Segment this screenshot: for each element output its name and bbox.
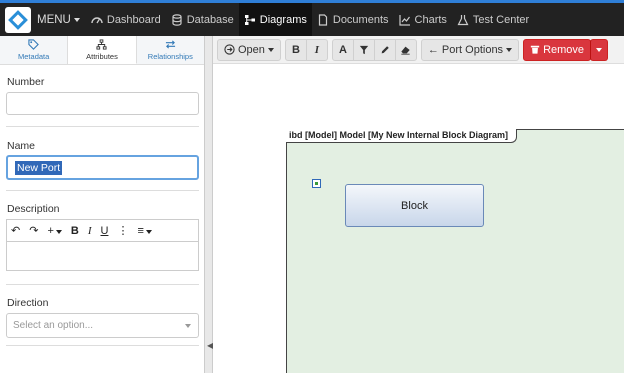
pencil-icon[interactable] [373, 38, 396, 61]
arrow-circle-right-icon [224, 44, 235, 55]
nav-test-center[interactable]: Test Center [452, 3, 534, 36]
port-node[interactable] [312, 179, 321, 188]
description-toolbar: ↶ ↷ + B I U ⋮ ≡ [6, 219, 199, 241]
eraser-icon[interactable] [394, 38, 417, 61]
chevron-down-icon [596, 47, 603, 52]
nav-database-label: Database [186, 13, 234, 26]
direction-select[interactable]: Select an option... [6, 313, 199, 338]
number-label: Number [7, 76, 45, 88]
menu-button[interactable]: MENU [37, 3, 80, 36]
underline-icon[interactable]: U [101, 225, 109, 237]
panel-splitter[interactable]: ◀ [205, 36, 213, 373]
italic-button[interactable]: I [305, 38, 328, 61]
nav-dashboard-label: Dashboard [106, 13, 161, 26]
divider [6, 284, 199, 285]
app-logo[interactable] [5, 6, 31, 33]
nav-documents[interactable]: Documents [312, 3, 394, 36]
tab-attributes[interactable]: Attributes [68, 36, 137, 64]
redo-icon[interactable]: ↷ [29, 224, 38, 237]
menu-label: MENU [37, 13, 71, 26]
direction-placeholder: Select an option... [13, 320, 94, 331]
nav-test-center-label: Test Center [472, 13, 530, 26]
chevron-down-icon [73, 17, 80, 22]
database-icon [172, 13, 182, 26]
diagram-canvas[interactable]: ibd [Model] Model [My New Internal Block… [213, 64, 624, 373]
nav-charts[interactable]: Charts [394, 3, 452, 36]
nav-diagrams-label: Diagrams [259, 13, 307, 26]
description-editor[interactable] [6, 241, 199, 271]
chevron-down-icon [506, 47, 513, 52]
panel-tabs: Metadata Attributes Relationships [0, 36, 204, 65]
properties-panel: Metadata Attributes Relationships Number… [0, 36, 205, 373]
name-label: Name [7, 140, 36, 152]
style-group: A [331, 38, 417, 61]
bold-icon[interactable]: B [71, 225, 79, 237]
more-icon[interactable]: ⋮ [117, 224, 128, 237]
tab-relationships[interactable]: Relationships [137, 36, 204, 64]
nav-charts-label: Charts [414, 13, 447, 26]
trash-icon [530, 45, 540, 54]
name-field[interactable]: New Port [6, 155, 199, 180]
italic-icon[interactable]: I [88, 225, 92, 237]
divider [6, 190, 199, 191]
tab-metadata-label: Metadata [18, 52, 50, 61]
tab-metadata[interactable]: Metadata [0, 36, 69, 64]
align-icon[interactable]: ≡ [137, 225, 152, 237]
chevron-down-icon [267, 47, 274, 52]
nav-database[interactable]: Database [166, 3, 239, 36]
tag-icon [28, 39, 40, 50]
name-value: New Port [15, 161, 63, 175]
sitemap-icon [96, 38, 108, 50]
format-group: B I [284, 38, 328, 61]
divider [6, 345, 199, 346]
divider [6, 126, 199, 127]
diagrams-icon [244, 14, 255, 25]
direction-label: Direction [7, 297, 49, 309]
port-options-button[interactable]: ← Port Options [420, 38, 520, 61]
number-field[interactable] [6, 92, 199, 115]
nav-documents-label: Documents [332, 13, 389, 26]
dashboard-icon [91, 16, 103, 23]
arrow-left-icon: ← [427, 43, 439, 56]
port-options-label: Port Options [441, 43, 504, 56]
block-node[interactable]: Block [345, 184, 484, 227]
ibd-frame[interactable]: ibd [Model] Model [My New Internal Block… [286, 129, 624, 373]
flask-icon [457, 14, 469, 25]
charts-icon [398, 14, 410, 26]
documents-icon [318, 13, 327, 26]
nav-diagrams[interactable]: Diagrams [238, 3, 312, 36]
description-label: Description [7, 203, 60, 215]
filter-icon[interactable] [352, 38, 375, 61]
remove-button[interactable]: Remove [523, 38, 592, 61]
exchange-icon [165, 40, 175, 49]
tab-attributes-label: Attributes [86, 51, 118, 61]
open-button[interactable]: Open [217, 38, 281, 61]
remove-label: Remove [543, 43, 585, 56]
chevron-down-icon [185, 324, 191, 328]
open-label: Open [238, 43, 265, 56]
nav-dashboard[interactable]: Dashboard [86, 3, 166, 36]
bold-button[interactable]: B [284, 38, 307, 61]
frame-title: ibd [Model] Model [My New Internal Block… [286, 129, 518, 143]
diagram-toolbar: Open B I A ← Port Options Remove [213, 36, 624, 64]
top-navbar: MENU Dashboard Database Diagrams Documen… [0, 0, 624, 36]
font-icon[interactable]: A [331, 38, 354, 61]
undo-icon[interactable]: ↶ [11, 224, 20, 237]
block-label: Block [401, 199, 428, 212]
tab-relationships-label: Relationships [147, 52, 193, 61]
remove-dropdown-button[interactable] [590, 38, 609, 61]
insert-icon[interactable]: + [47, 225, 62, 237]
